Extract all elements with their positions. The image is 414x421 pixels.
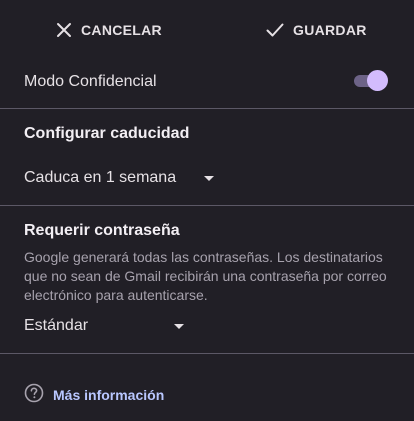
- help-circle-icon: [24, 383, 44, 408]
- password-selected: Estándar: [24, 317, 89, 334]
- more-info-label: Más información: [53, 387, 165, 403]
- toggle-thumb: [367, 70, 388, 91]
- expiration-dropdown[interactable]: Caduca en 1 semana: [24, 164, 215, 192]
- check-icon: [266, 22, 284, 38]
- password-description: Google generará todas las contraseñas. L…: [24, 249, 387, 303]
- password-title: Requerir contraseña: [24, 222, 180, 239]
- divider: [0, 205, 414, 206]
- dropdown-arrow-icon: [174, 323, 185, 329]
- divider: [0, 353, 414, 354]
- close-icon: [56, 22, 72, 38]
- confidential-mode-toggle[interactable]: [354, 70, 388, 92]
- cancel-button[interactable]: CANCELAR: [56, 18, 162, 42]
- more-info-link[interactable]: Más información: [24, 383, 165, 408]
- password-dropdown[interactable]: Estándar: [24, 312, 185, 340]
- expiration-selected: Caduca en 1 semana: [24, 169, 177, 186]
- cancel-label: CANCELAR: [81, 22, 162, 38]
- save-label: GUARDAR: [293, 22, 367, 38]
- confidential-mode-label: Modo Confidencial: [24, 73, 157, 90]
- divider: [0, 108, 414, 109]
- confidential-mode-row: Modo Confidencial: [0, 60, 414, 108]
- save-button[interactable]: GUARDAR: [266, 18, 367, 42]
- dropdown-arrow-icon: [204, 175, 215, 181]
- top-app-bar: CANCELAR GUARDAR: [0, 0, 414, 60]
- expiration-title: Configurar caducidad: [24, 125, 190, 142]
